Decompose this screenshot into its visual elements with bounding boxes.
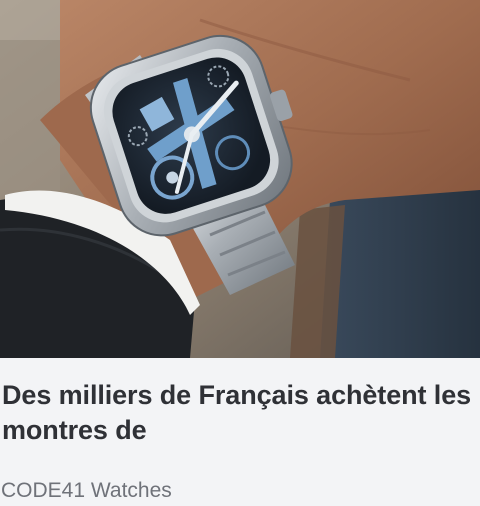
ad-headline[interactable]: Des milliers de Français achètent les mo…	[2, 378, 472, 448]
watch-photo-illustration	[0, 0, 480, 358]
sponsored-ad-card[interactable]: Des milliers de Français achètent les mo…	[0, 0, 480, 506]
ad-source[interactable]: CODE41 Watches	[1, 478, 172, 504]
ad-image[interactable]	[0, 0, 480, 358]
